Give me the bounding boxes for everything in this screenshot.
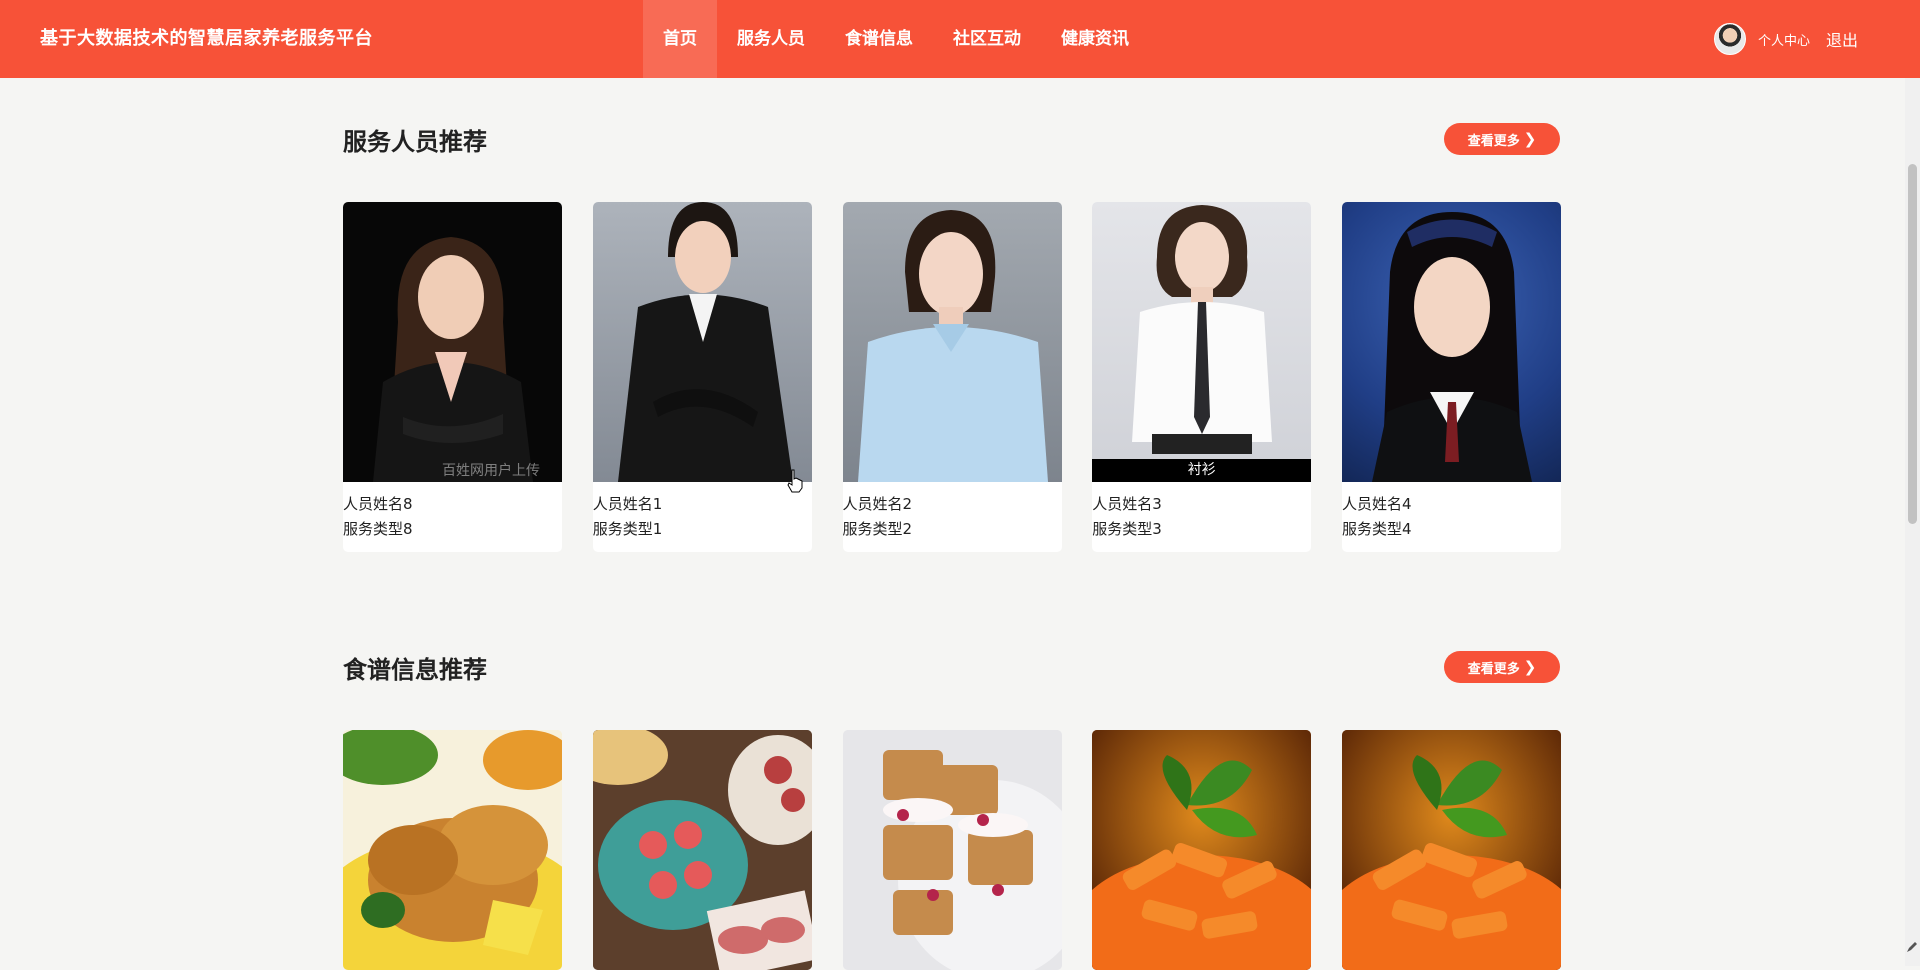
logout-link[interactable]: 退出	[1826, 27, 1858, 51]
staff-name: 人员姓名1	[592, 495, 663, 513]
main-nav: 首页 服务人员 食谱信息 社区互动 健康资讯	[643, 0, 1149, 78]
staff-name: 人员姓名3	[1092, 495, 1162, 513]
staff-service-type: 服务类型8	[343, 520, 413, 538]
pasta-graphic	[1342, 730, 1561, 970]
staff-portrait-graphic	[1372, 212, 1532, 482]
staff-portrait-graphic	[617, 202, 793, 482]
staff-photo	[1342, 202, 1561, 482]
staff-photo	[592, 202, 812, 482]
staff-photo	[842, 202, 1062, 482]
pen-tool-icon[interactable]	[1905, 940, 1919, 954]
photo-caption: 衬衫	[1092, 459, 1312, 482]
staff-section-title: 服务人员推荐	[343, 128, 487, 156]
recipe-card[interactable]	[1092, 730, 1312, 970]
staff-card-info: 人员姓名4 服务类型4	[1342, 482, 1561, 552]
staff-portrait-graphic	[373, 237, 533, 482]
user-area: 个人中心 退出	[1713, 0, 1858, 78]
user-avatar[interactable]	[1713, 23, 1746, 55]
pasta-graphic	[1092, 730, 1312, 970]
staff-portrait-graphic	[1132, 205, 1273, 454]
staff-card-info: 人员姓名3 服务类型3	[1092, 482, 1311, 552]
fried-chicken-image	[343, 730, 562, 970]
staff-photo: 百姓网用户上传	[343, 202, 562, 482]
hand-cursor-icon	[787, 469, 803, 493]
staff-more-button[interactable]: 查看更多 ❯	[1444, 123, 1560, 155]
waffle-dessert-image	[842, 730, 1062, 970]
staff-photo: 衬衫	[1092, 202, 1312, 482]
cold-cuts-graphic	[592, 730, 812, 970]
nav-home[interactable]: 首页	[643, 0, 717, 78]
staff-card[interactable]: 人员姓名2 服务类型2	[842, 202, 1062, 552]
chevron-right-icon: ❯	[1523, 657, 1537, 676]
penne-pasta-image	[1342, 730, 1561, 970]
nav-community[interactable]: 社区互动	[933, 0, 1041, 78]
staff-card[interactable]: 人员姓名4 服务类型4	[1342, 202, 1561, 552]
recipe-card[interactable]	[343, 730, 562, 970]
vertical-scrollbar[interactable]	[1905, 78, 1920, 966]
staff-service-type: 服务类型4	[1342, 520, 1412, 538]
staff-more-label: 查看更多	[1467, 133, 1520, 149]
recipe-card[interactable]	[592, 730, 812, 970]
recipe-card[interactable]	[842, 730, 1062, 970]
staff-name: 人员姓名8	[343, 495, 413, 513]
nav-health-news[interactable]: 健康资讯	[1041, 0, 1149, 78]
staff-card-list: 百姓网用户上传 人员姓名8 服务类型8 人员姓名1 服务类型1 人员姓名2 服务…	[343, 202, 1561, 552]
cold-cuts-platter-image	[592, 730, 812, 970]
scrollbar-thumb[interactable]	[1908, 164, 1917, 524]
fried-chicken-graphic	[343, 730, 562, 970]
recipe-section-title: 食谱信息推荐	[343, 656, 487, 684]
top-header: 基于大数据技术的智慧居家养老服务平台 首页 服务人员 食谱信息 社区互动 健康资…	[0, 0, 1920, 78]
staff-card-info: 人员姓名1 服务类型1	[593, 482, 812, 552]
recipe-more-label: 查看更多	[1467, 661, 1520, 677]
staff-service-type: 服务类型3	[1092, 520, 1162, 538]
photo-watermark: 百姓网用户上传	[442, 463, 540, 479]
staff-name: 人员姓名4	[1342, 495, 1412, 513]
staff-name: 人员姓名2	[842, 495, 913, 513]
staff-card-info: 人员姓名8 服务类型8	[343, 482, 562, 552]
recipe-card[interactable]	[1342, 730, 1561, 970]
chevron-right-icon: ❯	[1523, 129, 1537, 148]
staff-card[interactable]: 衬衫 人员姓名3 服务类型3	[1092, 202, 1312, 552]
staff-service-type: 服务类型2	[842, 520, 913, 538]
staff-portrait-graphic	[857, 210, 1048, 482]
staff-service-type: 服务类型1	[592, 520, 663, 538]
recipe-more-button[interactable]: 查看更多 ❯	[1444, 651, 1560, 683]
site-title[interactable]: 基于大数据技术的智慧居家养老服务平台	[40, 0, 373, 78]
nav-service-staff[interactable]: 服务人员	[717, 0, 825, 78]
waffle-graphic	[842, 730, 1062, 970]
staff-card-info: 人员姓名2 服务类型2	[843, 482, 1062, 552]
user-center-link[interactable]: 个人中心	[1758, 30, 1810, 49]
nav-recipes[interactable]: 食谱信息	[825, 0, 933, 78]
recipe-card-list	[343, 730, 1561, 970]
penne-pasta-image	[1092, 730, 1312, 970]
staff-card[interactable]: 人员姓名1 服务类型1	[592, 202, 812, 552]
staff-card[interactable]: 百姓网用户上传 人员姓名8 服务类型8	[343, 202, 562, 552]
